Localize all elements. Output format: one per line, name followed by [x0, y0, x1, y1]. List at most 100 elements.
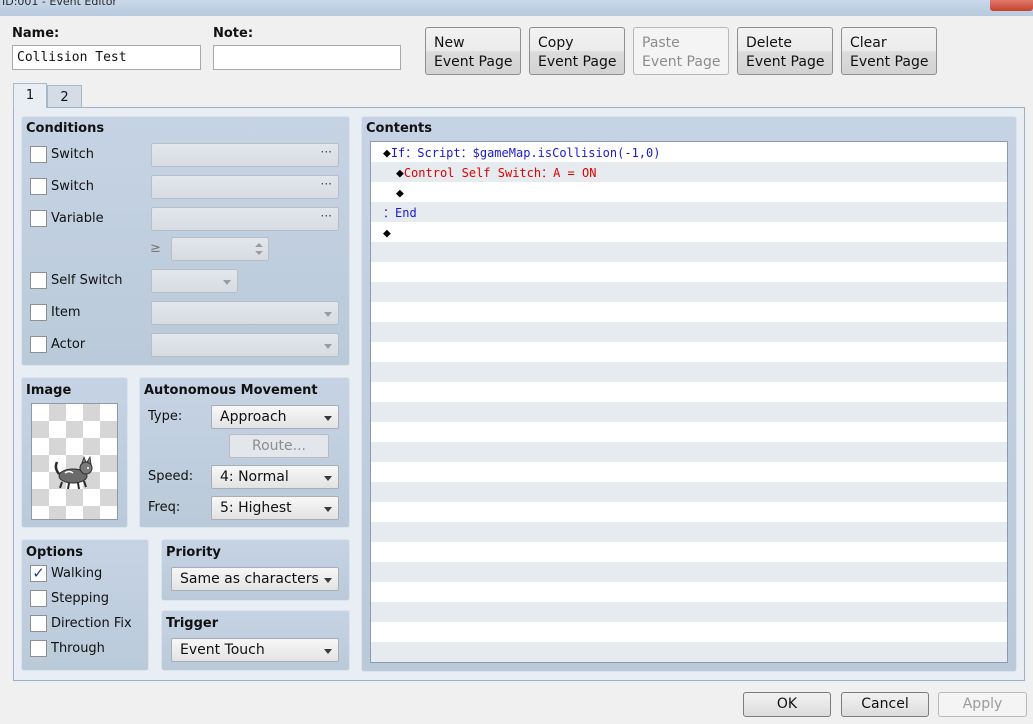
delete-event-page-button[interactable]: Delete Event Page: [737, 27, 833, 75]
window-title: ID:001 - Event Editor: [2, 0, 117, 8]
new-event-page-line1: New: [434, 35, 465, 51]
diamond-icon: ◆: [383, 226, 391, 241]
cancel-button[interactable]: Cancel: [841, 692, 929, 717]
command-if[interactable]: ◆If：Script：$gameMap.isCollision(-1,0): [383, 143, 660, 163]
variable-value-spinner[interactable]: [171, 237, 269, 261]
speed-value: 4: Normal: [220, 469, 289, 485]
delete-event-page-line2: Event Page: [746, 54, 825, 70]
switch1-ellipsis: ···: [320, 145, 332, 159]
name-field[interactable]: Collision Test: [12, 45, 201, 70]
switch1-selector[interactable]: ···: [151, 143, 339, 167]
contents-title: Contents: [366, 121, 432, 136]
copy-event-page-button[interactable]: Copy Event Page: [529, 27, 625, 75]
variable-label: Variable: [51, 211, 104, 226]
copy-event-page-line2: Event Page: [538, 54, 617, 70]
image-preview[interactable]: [31, 403, 118, 520]
item-select[interactable]: [151, 301, 339, 325]
options-title: Options: [26, 545, 83, 560]
chevron-down-icon: [324, 649, 332, 654]
diamond-icon: ◆: [396, 186, 404, 201]
cat-sprite-icon: [54, 456, 93, 490]
paste-event-page-button[interactable]: Paste Event Page: [633, 27, 729, 75]
direction-fix-checkbox[interactable]: [30, 615, 47, 632]
diamond-icon: ◆: [396, 166, 404, 181]
note-field[interactable]: [213, 45, 401, 70]
spinner-arrows-icon: [255, 243, 263, 255]
freq-value: 5: Highest: [220, 500, 292, 516]
movement-title: Autonomous Movement: [144, 383, 318, 398]
delete-event-page-line1: Delete: [746, 35, 792, 51]
chevron-down-icon: [324, 416, 332, 421]
command-empty-inner[interactable]: ◆: [396, 183, 404, 203]
chevron-down-icon: [324, 344, 332, 349]
priority-title: Priority: [166, 545, 221, 560]
paste-event-page-line2: Event Page: [642, 54, 721, 70]
through-checkbox[interactable]: [30, 640, 47, 657]
ok-button[interactable]: OK: [743, 692, 831, 717]
trigger-select[interactable]: Event Touch: [171, 638, 339, 662]
command-control-self-switch[interactable]: ◆Control Self Switch：A = ON: [396, 163, 596, 183]
freq-select[interactable]: 5: Highest: [211, 496, 339, 520]
diamond-icon: ◆: [383, 146, 391, 161]
switch2-ellipsis: ···: [320, 177, 332, 191]
type-value: Approach: [220, 409, 287, 425]
speed-select[interactable]: 4: Normal: [211, 465, 339, 489]
walking-checkbox[interactable]: ✓: [30, 565, 47, 582]
switch1-checkbox[interactable]: [30, 146, 47, 163]
switch2-selector[interactable]: ···: [151, 175, 339, 199]
tab-1[interactable]: 1: [13, 83, 47, 108]
actor-select[interactable]: [151, 333, 339, 357]
stepping-label: Stepping: [51, 591, 109, 606]
command-list[interactable]: ◆If：Script：$gameMap.isCollision(-1,0) ◆C…: [370, 141, 1008, 663]
type-label: Type:: [148, 409, 183, 424]
item-checkbox[interactable]: [30, 304, 47, 321]
clear-event-page-button[interactable]: Clear Event Page: [841, 27, 937, 75]
command-empty-outer[interactable]: ◆: [383, 223, 391, 243]
name-label: Name:: [12, 26, 60, 41]
speed-label: Speed:: [148, 469, 194, 484]
stepping-checkbox[interactable]: [30, 590, 47, 607]
switch2-label: Switch: [51, 179, 94, 194]
if-keyword: If: [390, 146, 406, 160]
note-label: Note:: [213, 26, 254, 41]
copy-event-page-line1: Copy: [538, 35, 574, 51]
self-switch-label: Self Switch: [51, 273, 123, 288]
chevron-down-icon: [324, 312, 332, 317]
image-title: Image: [26, 383, 72, 398]
variable-checkbox[interactable]: [30, 210, 47, 227]
priority-value: Same as characters: [180, 571, 319, 587]
chevron-down-icon: [324, 507, 332, 512]
new-event-page-line2: Event Page: [434, 54, 513, 70]
check-icon: ✓: [32, 564, 45, 582]
priority-select[interactable]: Same as characters: [171, 567, 339, 591]
direction-fix-label: Direction Fix: [51, 616, 132, 631]
close-button[interactable]: [990, 0, 1033, 11]
command-end[interactable]: ：End: [383, 203, 417, 223]
self-switch-checkbox[interactable]: [30, 272, 47, 289]
end-text: ：End: [383, 206, 417, 220]
walking-label: Walking: [51, 566, 103, 581]
paste-event-page-line1: Paste: [642, 35, 680, 51]
clear-event-page-line1: Clear: [850, 35, 887, 51]
if-condition: ：Script：$gameMap.isCollision(-1,0): [405, 146, 661, 160]
tab-2[interactable]: 2: [47, 85, 82, 107]
gte-symbol: ≥: [150, 241, 161, 256]
item-label: Item: [51, 305, 81, 320]
type-select[interactable]: Approach: [211, 405, 339, 429]
route-button[interactable]: Route...: [229, 434, 329, 458]
trigger-value: Event Touch: [180, 642, 265, 658]
trigger-title: Trigger: [166, 616, 219, 631]
variable-ellipsis: ···: [320, 209, 332, 223]
actor-checkbox[interactable]: [30, 336, 47, 353]
freq-label: Freq:: [148, 500, 181, 515]
variable-selector[interactable]: ···: [151, 207, 339, 231]
switch1-label: Switch: [51, 147, 94, 162]
clear-event-page-line2: Event Page: [850, 54, 929, 70]
new-event-page-button[interactable]: New Event Page: [425, 27, 521, 75]
chevron-down-icon: [324, 578, 332, 583]
actor-label: Actor: [51, 337, 86, 352]
self-switch-select[interactable]: [151, 269, 238, 293]
title-bar: ID:001 - Event Editor: [0, 0, 1033, 16]
apply-button[interactable]: Apply: [938, 692, 1027, 717]
switch2-checkbox[interactable]: [30, 178, 47, 195]
